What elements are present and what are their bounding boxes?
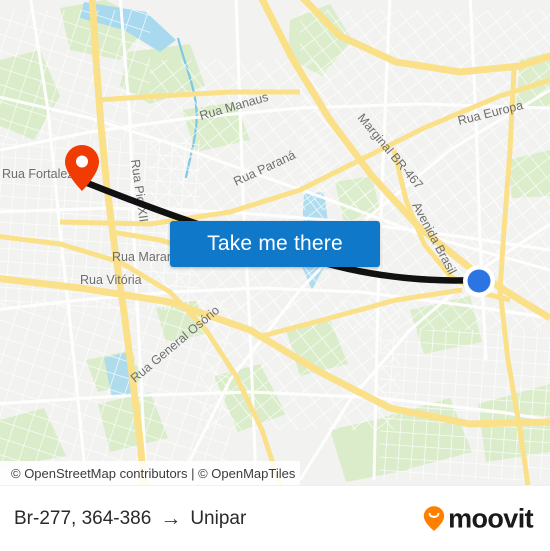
- moovit-pin-icon: [423, 506, 445, 531]
- take-me-there-label: Take me there: [207, 232, 343, 255]
- map-attribution-text: © OpenStreetMap contributors | © OpenMap…: [11, 465, 296, 481]
- moovit-wordmark: moovit: [448, 503, 534, 533]
- route-origin-label: Br-277, 364-386: [14, 507, 152, 529]
- moovit-logo[interactable]: moovit: [423, 503, 534, 533]
- map-canvas[interactable]: .lbl{font-family:"Liberation Sans","Deja…: [0, 0, 550, 485]
- arrow-right-icon: →: [160, 507, 182, 530]
- destination-marker-dot[interactable]: [462, 264, 496, 298]
- take-me-there-button[interactable]: Take me there: [170, 221, 380, 267]
- route-summary: Br-277, 364-386 → Unipar: [0, 508, 246, 530]
- map-attribution: © OpenStreetMap contributors | © OpenMap…: [0, 461, 300, 485]
- origin-marker-pin[interactable]: [63, 144, 101, 192]
- route-destination-label: Unipar: [190, 507, 247, 529]
- footer-bar: Br-277, 364-386 → Unipar moovit: [0, 485, 550, 551]
- moovit-map-screen: .lbl{font-family:"Liberation Sans","Deja…: [0, 0, 550, 551]
